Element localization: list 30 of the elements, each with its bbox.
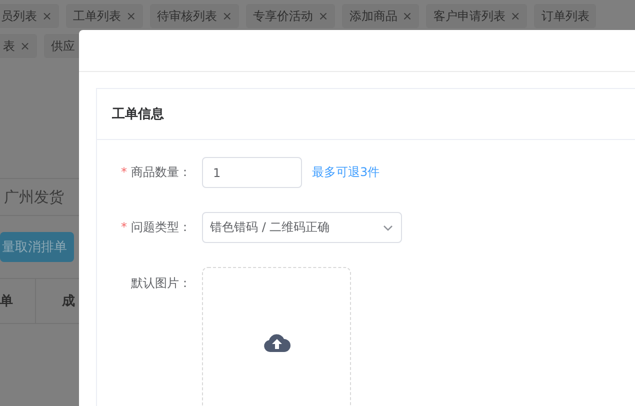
required-mark: * bbox=[121, 165, 127, 179]
chevron-down-icon bbox=[383, 224, 393, 230]
page-tab[interactable]: 客户申请列表 × bbox=[426, 4, 528, 28]
close-icon[interactable]: × bbox=[510, 9, 520, 23]
image-upload-area[interactable] bbox=[202, 267, 351, 406]
page-tab[interactable]: 员列表 × bbox=[0, 4, 60, 28]
page-tab[interactable]: 表 × bbox=[0, 34, 38, 58]
page-tab[interactable]: 待审核列表 × bbox=[150, 4, 240, 28]
close-icon[interactable]: × bbox=[402, 9, 412, 23]
problem-type-select[interactable]: 错色错码 / 二维码正确 bbox=[202, 212, 402, 243]
max-return-hint: 最多可退3件 bbox=[312, 164, 380, 181]
cancel-button[interactable]: 量取消排单 bbox=[0, 232, 74, 262]
field-label: 默认图片： bbox=[131, 276, 191, 290]
field-label: 问题类型： bbox=[131, 220, 191, 234]
cloud-upload-icon bbox=[262, 332, 290, 352]
close-icon[interactable]: × bbox=[222, 9, 232, 23]
page-tab[interactable]: 工单列表 × bbox=[66, 4, 144, 28]
field-label: 商品数量： bbox=[131, 165, 191, 179]
close-icon[interactable]: × bbox=[126, 9, 136, 23]
filter-value: 广州发货 bbox=[4, 188, 64, 206]
card-title: 工单信息 bbox=[112, 106, 164, 123]
page-tab[interactable]: 专享价活动 × bbox=[246, 4, 336, 28]
page-tab[interactable]: 订单列表 bbox=[534, 4, 596, 28]
required-mark: * bbox=[121, 220, 127, 234]
close-icon[interactable]: × bbox=[20, 39, 30, 53]
quantity-field[interactable]: 1 bbox=[202, 157, 302, 188]
close-icon[interactable]: × bbox=[318, 9, 328, 23]
close-icon[interactable]: × bbox=[42, 9, 52, 23]
page-tab[interactable]: 添加商品 × bbox=[342, 4, 420, 28]
column-header: 单 bbox=[0, 279, 36, 323]
